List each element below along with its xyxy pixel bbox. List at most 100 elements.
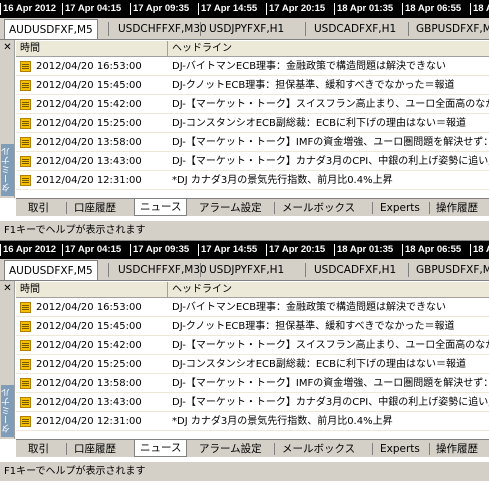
close-icon[interactable]: ✕ xyxy=(2,42,13,53)
news-row[interactable]: 2012/04/20 15:45:00 DJ-クノットECB理事：担保基準、緩和す… xyxy=(16,317,489,336)
news-time: 2012/04/20 16:53:00 xyxy=(36,302,142,313)
status-bar: F1キーでヘルプが表示されます xyxy=(0,220,489,240)
tab-gbpusd[interactable]: GBPUSDFXF,M xyxy=(416,21,489,37)
time-label: 17 Apr 04:15 xyxy=(62,0,121,18)
column-header-headline[interactable]: ヘッドライン xyxy=(168,282,489,298)
tab-journal[interactable]: 操作履歴 xyxy=(436,201,478,215)
time-label: 17 Apr 20:15 xyxy=(266,241,325,259)
close-icon[interactable]: ✕ xyxy=(2,283,13,294)
news-item-icon xyxy=(20,397,31,408)
tab-usdchf[interactable]: USDCHFFXF,M30 xyxy=(118,21,207,37)
news-time: 2012/04/20 13:58:00 xyxy=(36,137,142,148)
news-headline: DJ-【マーケット・トーク】IMFの資金増強、ユーロ圏問題を解決せず：モルスタ xyxy=(172,378,489,389)
tab-gbpusd[interactable]: GBPUSDFXF,M xyxy=(416,262,489,278)
news-time: 2012/04/20 15:45:00 xyxy=(36,80,142,91)
news-headline: DJ-コンスタンシオECB副総裁：ECBに利下げの理由はない＝報道 xyxy=(172,118,467,129)
news-time: 2012/04/20 12:31:00 xyxy=(36,416,142,427)
time-label: 18 Apr 06:55 xyxy=(402,0,461,18)
terminal-panel: ✕ ターミナル 時間 ヘッドライン 2012/04/20 16:53:00 DJ-… xyxy=(0,281,489,439)
news-headline: DJ-【マーケット・トーク】スイスフラン高止まり、ユーロ全面高のなか xyxy=(172,99,489,110)
news-row[interactable]: 2012/04/20 12:31:00 *DJ カナダ3月の景気先行指数、前月比0… xyxy=(16,412,489,431)
tab-usdjpy[interactable]: USDJPYFXF,H1 xyxy=(209,21,284,37)
tab-separator xyxy=(108,22,109,36)
news-row[interactable]: 2012/04/20 16:53:00 DJ-バイトマンECB理事：金融政策で構造… xyxy=(16,57,489,76)
tab-mailbox[interactable]: メールボックス xyxy=(282,442,355,456)
tab-separator xyxy=(200,22,201,36)
tab-separator xyxy=(274,443,275,455)
tab-separator xyxy=(408,22,409,36)
tab-experts[interactable]: Experts xyxy=(380,201,420,215)
tab-separator xyxy=(66,443,67,455)
news-headline: *DJ カナダ3月の景気先行指数、前月比0.4%上昇 xyxy=(172,175,393,186)
news-table: 時間 ヘッドライン 2012/04/20 16:53:00 DJ-バイトマンECB… xyxy=(16,281,489,431)
terminal-window-bottom: 16 Apr 2012 17 Apr 04:15 17 Apr 09:35 17… xyxy=(0,241,489,483)
column-header-time[interactable]: 時間 xyxy=(16,282,168,298)
time-label: 16 Apr 2012 xyxy=(0,0,56,18)
news-headline: DJ-バイトマンECB理事：金融政策で構造問題は解決できない xyxy=(172,61,447,72)
news-row[interactable]: 2012/04/20 15:25:00 DJ-コンスタンシオECB副総裁：ECBに… xyxy=(16,355,489,374)
news-item-icon xyxy=(20,175,31,186)
news-row[interactable]: 2012/04/20 13:58:00 DJ-【マーケット・トーク】IMFの資金増… xyxy=(16,133,489,152)
time-label: 16 Apr 2012 xyxy=(0,241,56,259)
time-label: 17 Apr 09:35 xyxy=(130,0,189,18)
news-item-icon xyxy=(20,321,31,332)
tab-account-history[interactable]: 口座履歴 xyxy=(74,201,116,215)
column-header-headline[interactable]: ヘッドライン xyxy=(168,41,489,57)
tab-journal[interactable]: 操作履歴 xyxy=(436,442,478,456)
tab-news[interactable]: ニュース xyxy=(134,440,188,457)
terminal-sidebar: ✕ ターミナル xyxy=(0,281,15,439)
news-row[interactable]: 2012/04/20 15:42:00 DJ-【マーケット・トーク】スイスフラン高… xyxy=(16,336,489,355)
tab-separator xyxy=(200,263,201,277)
tab-separator xyxy=(429,202,430,214)
time-label: 18 Apr 06:55 xyxy=(402,241,461,259)
tab-mailbox[interactable]: メールボックス xyxy=(282,201,355,215)
tab-separator xyxy=(274,202,275,214)
news-item-icon xyxy=(20,99,31,110)
tab-trade[interactable]: 取引 xyxy=(28,201,49,215)
news-row[interactable]: 2012/04/20 12:31:00 *DJ カナダ3月の景気先行指数、前月比0… xyxy=(16,171,489,190)
news-time: 2012/04/20 13:43:00 xyxy=(36,397,142,408)
time-label: 18 Apr 01:35 xyxy=(334,0,393,18)
terminal-vertical-label: ターミナル xyxy=(1,144,14,196)
news-row[interactable]: 2012/04/20 15:45:00 DJ-クノットECB理事：担保基準、緩和す… xyxy=(16,76,489,95)
news-time: 2012/04/20 15:42:00 xyxy=(36,99,142,110)
tab-usdjpy[interactable]: USDJPYFXF,H1 xyxy=(209,262,284,278)
tab-experts[interactable]: Experts xyxy=(380,442,420,456)
time-label: 17 Apr 14:55 xyxy=(198,0,257,18)
news-time: 2012/04/20 15:42:00 xyxy=(36,340,142,351)
tab-usdcad[interactable]: USDCADFXF,H1 xyxy=(314,21,396,37)
news-headline: DJ-クノットECB理事：担保基準、緩和すべきでなかった＝報道 xyxy=(172,321,455,332)
time-axis: 16 Apr 2012 17 Apr 04:15 17 Apr 09:35 17… xyxy=(0,241,489,259)
tab-news[interactable]: ニュース xyxy=(134,199,188,216)
news-time: 2012/04/20 16:53:00 xyxy=(36,61,142,72)
news-row[interactable]: 2012/04/20 15:25:00 DJ-コンスタンシオECB副総裁：ECBに… xyxy=(16,114,489,133)
tab-trade[interactable]: 取引 xyxy=(28,442,49,456)
tab-audusd[interactable]: AUDUSDFXF,M5 xyxy=(4,260,98,280)
news-row[interactable]: 2012/04/20 13:43:00 DJ-【マーケット・トーク】カナダ3月のC… xyxy=(16,393,489,412)
tab-alerts[interactable]: アラーム設定 xyxy=(199,201,262,215)
time-label: 18 Apr 1 xyxy=(470,0,489,18)
news-headline: DJ-コンスタンシオECB副総裁：ECBに利下げの理由はない＝報道 xyxy=(172,359,467,370)
news-row[interactable]: 2012/04/20 13:58:00 DJ-【マーケット・トーク】IMFの資金増… xyxy=(16,374,489,393)
chart-tabs: AUDUSDFXF,M5 USDCHFFXF,M30 USDJPYFXF,H1 … xyxy=(0,18,489,40)
time-label: 18 Apr 01:35 xyxy=(334,241,393,259)
tab-account-history[interactable]: 口座履歴 xyxy=(74,442,116,456)
news-row[interactable]: 2012/04/20 15:42:00 DJ-【マーケット・トーク】スイスフラン高… xyxy=(16,95,489,114)
table-header: 時間 ヘッドライン xyxy=(16,40,489,57)
news-row[interactable]: 2012/04/20 13:43:00 DJ-【マーケット・トーク】カナダ3月のC… xyxy=(16,152,489,171)
news-headline: DJ-【マーケット・トーク】スイスフラン高止まり、ユーロ全面高のなか xyxy=(172,340,489,351)
tab-usdchf[interactable]: USDCHFFXF,M30 xyxy=(118,262,207,278)
news-item-icon xyxy=(20,359,31,370)
news-row[interactable]: 2012/04/20 16:53:00 DJ-バイトマンECB理事：金融政策で構造… xyxy=(16,298,489,317)
tab-alerts[interactable]: アラーム設定 xyxy=(199,442,262,456)
time-label: 17 Apr 09:35 xyxy=(130,241,189,259)
news-item-icon xyxy=(20,156,31,167)
time-label: 17 Apr 20:15 xyxy=(266,0,325,18)
news-time: 2012/04/20 15:25:00 xyxy=(36,359,142,370)
tab-audusd[interactable]: AUDUSDFXF,M5 xyxy=(4,19,98,39)
column-header-time[interactable]: 時間 xyxy=(16,41,168,57)
news-item-icon xyxy=(20,416,31,427)
news-item-icon xyxy=(20,61,31,72)
tab-usdcad[interactable]: USDCADFXF,H1 xyxy=(314,262,396,278)
tab-separator xyxy=(108,263,109,277)
